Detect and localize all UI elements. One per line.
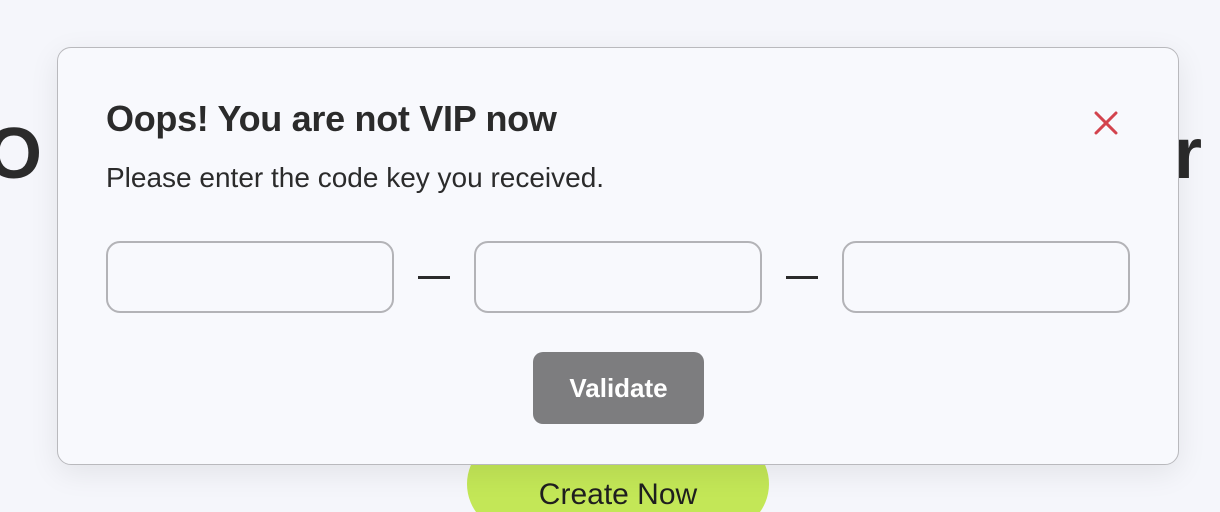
code-cell[interactable] (476, 243, 760, 311)
code-group-3 (842, 241, 1130, 313)
modal-title: Oops! You are not VIP now (106, 98, 557, 139)
dash-icon (394, 241, 474, 313)
validate-button[interactable]: Validate (533, 352, 704, 424)
background-heading-fragment-left: O (0, 114, 43, 194)
vip-code-modal: Oops! You are not VIP now Please enter t… (57, 47, 1179, 465)
modal-subtitle: Please enter the code key you received. (106, 162, 605, 193)
code-group-2 (474, 241, 762, 313)
code-key-input (106, 241, 1130, 313)
code-cell[interactable] (108, 243, 392, 311)
code-cell[interactable] (844, 243, 1128, 311)
page: O r Create Now Oops! You are not VIP now… (0, 0, 1220, 512)
dash-icon (762, 241, 842, 313)
code-group-1 (106, 241, 394, 313)
close-button[interactable] (1086, 103, 1126, 143)
close-icon (1093, 110, 1119, 136)
